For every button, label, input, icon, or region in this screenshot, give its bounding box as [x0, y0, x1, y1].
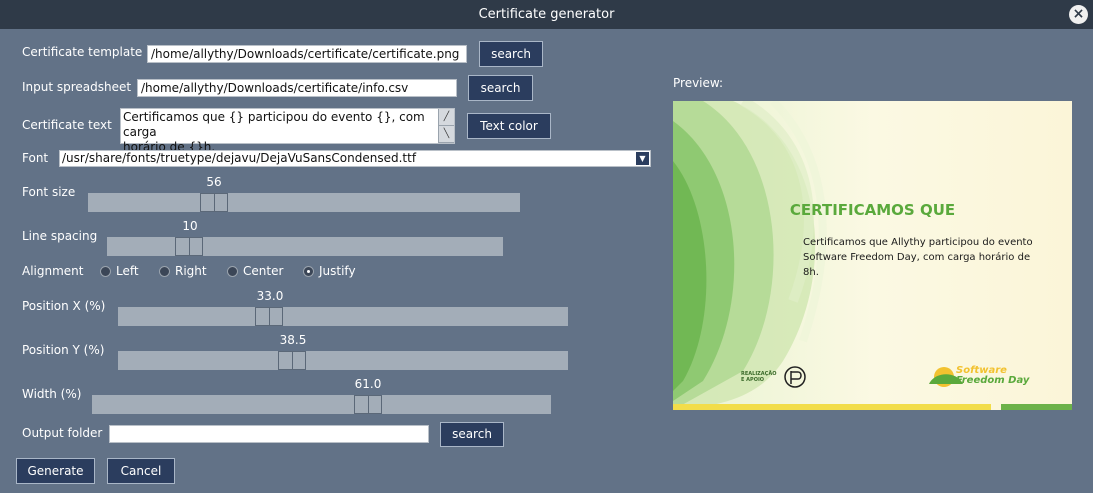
alignment-label: Alignment [22, 264, 84, 278]
font-label: Font [22, 151, 49, 165]
radio-icon [227, 266, 238, 277]
output-search-button[interactable]: search [440, 422, 504, 447]
font-size-slider-handle[interactable] [200, 193, 228, 212]
pos-x-slider[interactable] [118, 307, 568, 326]
output-label: Output folder [22, 426, 103, 440]
preview-body-line-1: Certificamos que Allythy participou do e… [803, 237, 1033, 248]
font-size-slider[interactable] [88, 193, 520, 212]
font-select[interactable]: /usr/share/fonts/truetype/dejavu/DejaVuS… [59, 150, 651, 167]
font-size-label: Font size [22, 185, 76, 199]
template-label: Certificate template [22, 45, 143, 59]
scroll-down-icon[interactable]: ╲ [439, 126, 454, 143]
preview-body-text: Certificamos que Allythy participou do e… [803, 235, 1053, 280]
title-bar: Certificate generator × [0, 0, 1093, 29]
align-center-label: Center [243, 264, 284, 278]
line-spacing-label: Line spacing [22, 229, 98, 243]
align-right-label: Right [175, 264, 207, 278]
text-color-button[interactable]: Text color [467, 113, 551, 139]
preview-body-line-3: 8h. [803, 267, 819, 278]
output-folder-field[interactable] [109, 425, 429, 443]
scroll-up-icon[interactable]: ╱ [439, 109, 454, 126]
line-spacing-slider[interactable] [107, 237, 503, 256]
cancel-button[interactable]: Cancel [107, 458, 175, 484]
radio-icon [159, 266, 170, 277]
cert-text-scrollbar[interactable]: ╱ ╲ [438, 109, 454, 143]
pos-x-label: Position X (%) [22, 299, 106, 313]
template-search-button[interactable]: search [479, 41, 543, 67]
font-select-value: /usr/share/fonts/truetype/dejavu/DejaVuS… [62, 151, 417, 165]
window-title: Certificate generator [478, 7, 615, 22]
cert-text-label: Certificate text [22, 118, 112, 132]
line-spacing-value: 10 [182, 219, 198, 233]
width-value: 61.0 [354, 377, 382, 391]
align-left-label: Left [116, 264, 139, 278]
template-path-field[interactable]: /home/allythy/Downloads/certificate/cert… [147, 45, 467, 63]
width-slider[interactable] [92, 395, 551, 414]
width-slider-handle[interactable] [354, 395, 382, 414]
chevron-down-icon[interactable]: ▼ [636, 152, 649, 165]
certificate-preview-image: CERTIFICAMOS QUE Certificamos que Allyth… [673, 101, 1072, 410]
align-justify-label: Justify [319, 264, 356, 278]
preview-sponsor-label-line-2: E APOIO [741, 377, 765, 383]
cert-text-area[interactable]: Certificamos que {} participou do evento… [120, 108, 455, 154]
line-spacing-slider-handle[interactable] [175, 237, 203, 256]
generate-button[interactable]: Generate [16, 458, 95, 484]
pos-y-slider-handle[interactable] [278, 351, 306, 370]
preview-body-line-2: Software Freedom Day, com carga horário … [803, 252, 1031, 263]
pos-y-label: Position Y (%) [22, 343, 105, 357]
width-label: Width (%) [22, 387, 82, 401]
pos-y-value: 38.5 [279, 333, 307, 347]
pos-x-slider-handle[interactable] [255, 307, 283, 326]
radio-icon [100, 266, 111, 277]
preview-heading: CERTIFICAMOS QUE [789, 201, 956, 219]
spreadsheet-path-field[interactable]: /home/allythy/Downloads/certificate/info… [137, 79, 457, 97]
font-size-value: 56 [206, 175, 222, 189]
spreadsheet-label: Input spreadsheet [22, 80, 132, 94]
cert-text-line-1: Certificamos que {} participou do evento… [123, 110, 425, 139]
spreadsheet-search-button[interactable]: search [468, 75, 533, 101]
preview-label: Preview: [673, 76, 724, 90]
preview-sponsor-label: REALIZAÇÃO E APOIO [741, 371, 776, 383]
close-icon[interactable]: × [1069, 5, 1088, 24]
radio-selected-icon [303, 266, 314, 277]
pos-x-value: 33.0 [256, 289, 284, 303]
pos-y-slider[interactable] [118, 351, 568, 370]
preview-logo-line-2: Freedom Day [956, 375, 1030, 386]
preview-sfd-logo: Software Freedom Day [956, 366, 1029, 386]
